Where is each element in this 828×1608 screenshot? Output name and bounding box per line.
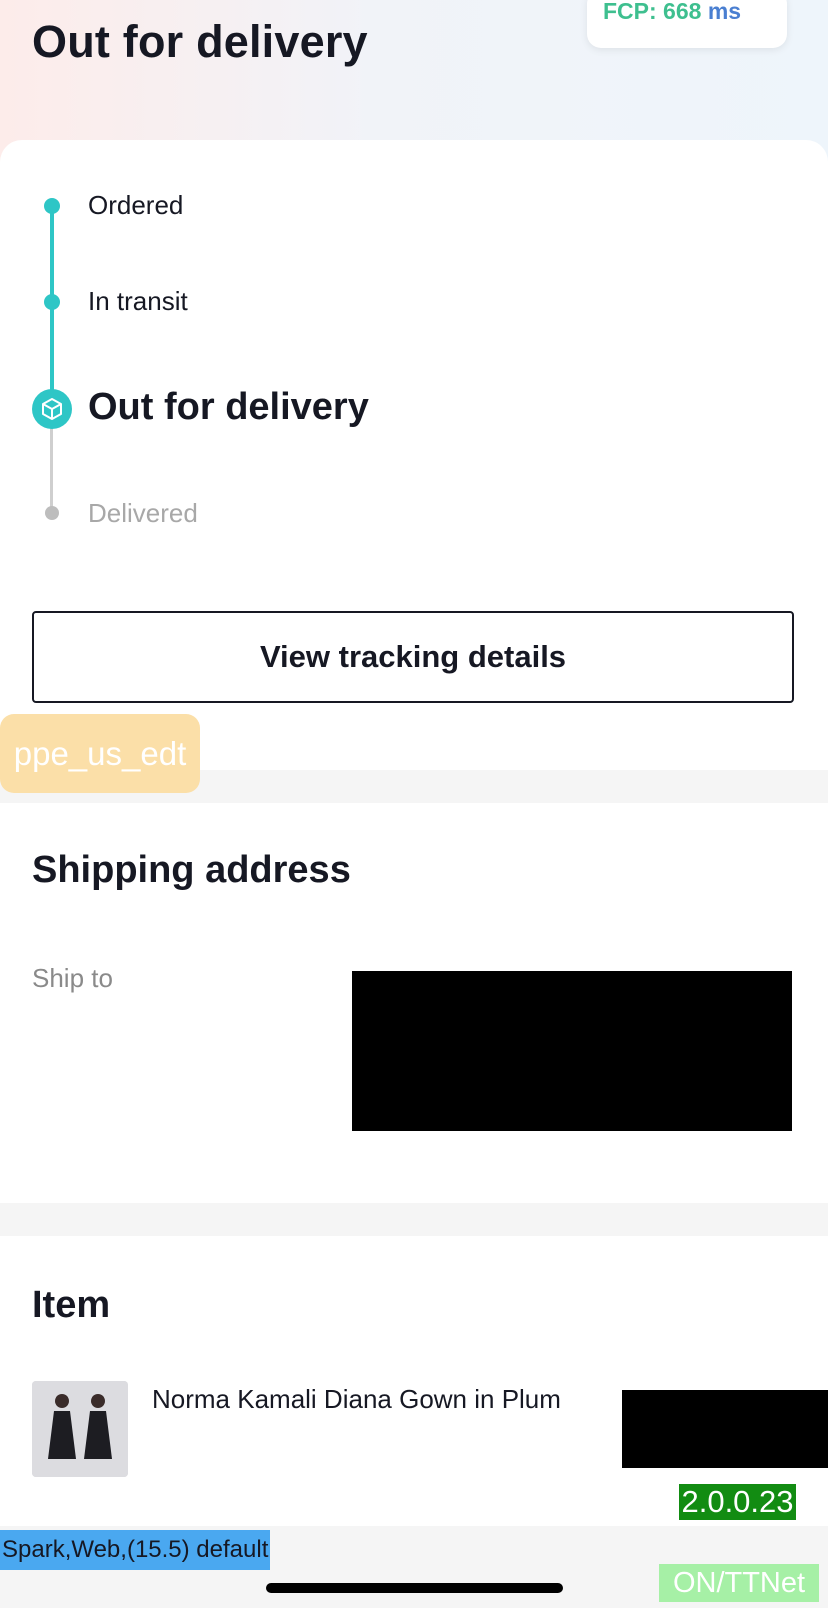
step-ordered-label: Ordered bbox=[88, 190, 184, 220]
step-delivered-label: Delivered bbox=[88, 498, 198, 528]
spark-info-label: Spark,Web,(15.5) default bbox=[0, 1530, 271, 1570]
step-out-for-delivery-label: Out for delivery bbox=[88, 386, 369, 428]
network-info-label: ON/TTNet bbox=[659, 1564, 819, 1602]
page-title: Out for delivery bbox=[32, 16, 368, 67]
step-in-transit-label: In transit bbox=[88, 286, 188, 316]
version-tag: 2.0.0.23 bbox=[679, 1484, 796, 1520]
item-title: Item bbox=[32, 1284, 111, 1326]
environment-badge: ppe_us_edt bbox=[0, 714, 200, 793]
step-in-transit-dot bbox=[44, 294, 60, 310]
fcp-overlay: FCP: 668 ms bbox=[587, 0, 787, 48]
fcp-value: FCP: 668 ms bbox=[603, 0, 742, 24]
shipping-title: Shipping address bbox=[32, 849, 351, 891]
redacted-price bbox=[622, 1390, 828, 1468]
step-ordered-dot bbox=[44, 198, 60, 214]
view-tracking-details-button[interactable]: View tracking details bbox=[32, 611, 794, 703]
package-icon bbox=[32, 389, 72, 429]
item-name[interactable]: Norma Kamali Diana Gown in Plum bbox=[152, 1384, 561, 1415]
home-indicator[interactable] bbox=[266, 1583, 563, 1593]
timeline-pending-line bbox=[50, 425, 53, 513]
shipping-section: Shipping address Ship to bbox=[0, 803, 828, 1203]
step-delivered-dot bbox=[45, 506, 59, 520]
item-thumbnail[interactable] bbox=[32, 1381, 128, 1477]
fcp-unit: ms bbox=[707, 0, 742, 24]
ship-to-label: Ship to bbox=[32, 963, 113, 993]
redacted-address bbox=[352, 971, 792, 1131]
